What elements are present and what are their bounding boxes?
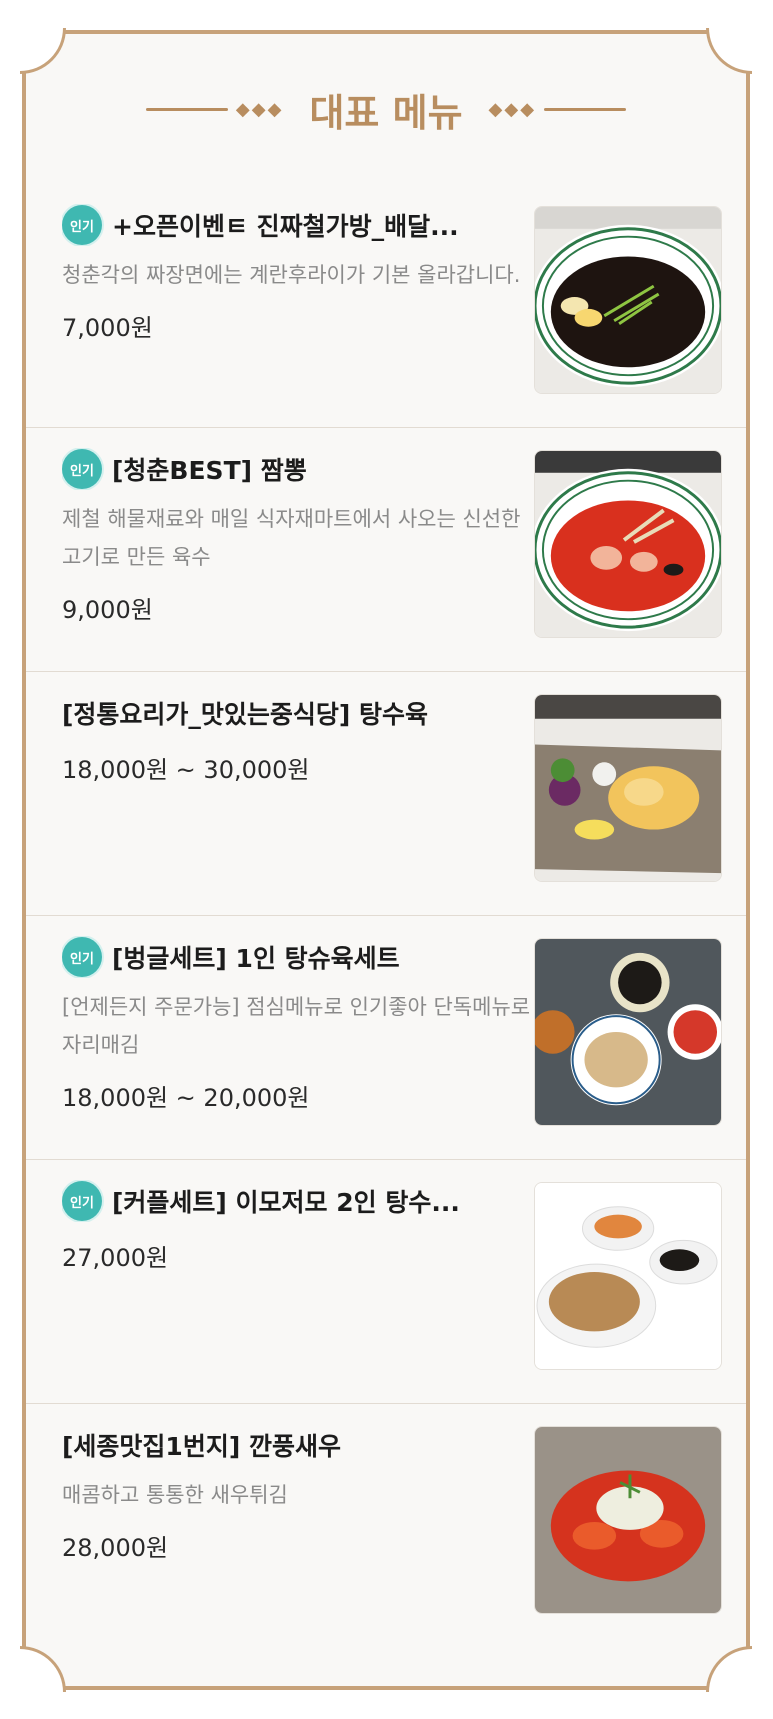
menu-item[interactable]: 인기 [청춘BEST] 짬뽕 제철 해물재료와 매일 식자재마트에서 사오는 신…: [26, 428, 746, 672]
set-meal-photo: [534, 938, 722, 1126]
menu-item-name: +오픈이벤ㅌ 진짜철가방_배달...: [112, 212, 459, 241]
menu-item-description: 청춘각의 짜장면에는 계란후라이가 기본 올라갑니다.: [62, 263, 521, 287]
menu-item-name: [세종맛집1번지] 깐풍새우: [62, 1432, 341, 1461]
menu-item-price: 27,000원: [62, 1244, 169, 1272]
menu-item-name: [벙글세트] 1인 탕슈육세트: [112, 944, 400, 973]
menu-item-price: 28,000원: [62, 1534, 169, 1562]
section-title: 대표 메뉴: [309, 90, 463, 135]
couple-set-photo: [534, 1182, 722, 1370]
header-ornament-right: ◆◆◆: [481, 99, 627, 120]
menu-item[interactable]: [정통요리가_맛있는중식당] 탕수육 18,000원 ~ 30,000원: [26, 672, 746, 916]
header-ornament-left: ◆◆◆: [145, 99, 292, 120]
menu-item-price: 18,000원 ~ 20,000원: [62, 1084, 310, 1112]
menu-item-price: 7,000원: [62, 314, 153, 342]
frame-corner: [20, 1646, 66, 1692]
menu-item-description: 제철 해물재료와 매일 식자재마트에서 사오는 신선한 고기로 만든 육수: [62, 507, 521, 569]
popular-badge: 인기: [62, 205, 102, 245]
menu-item-description: [언제든지 주문가능] 점심메뉴로 인기좋아 단독메뉴로 자리매김: [62, 995, 531, 1057]
menu-item-price: 18,000원 ~ 30,000원: [62, 756, 310, 784]
section-header: ◆◆◆ 대표 메뉴 ◆◆◆: [26, 34, 746, 184]
jjamppong-photo: [534, 450, 722, 638]
menu-item[interactable]: 인기 +오픈이벤ㅌ 진짜철가방_배달... 청춘각의 짜장면에는 계란후라이가 …: [26, 184, 746, 428]
menu-frame: ◆◆◆ 대표 메뉴 ◆◆◆ 인기 +오픈이벤ㅌ 진짜철가방_배달... 청춘각의…: [20, 28, 752, 1692]
jjajangmyeon-photo: [534, 206, 722, 394]
menu-item[interactable]: 인기 [벙글세트] 1인 탕슈육세트 [언제든지 주문가능] 점심메뉴로 인기좋…: [26, 916, 746, 1160]
menu-item-description: 매콤하고 통통한 새우튀김: [62, 1483, 288, 1507]
kkanpung-shrimp-photo: [534, 1426, 722, 1614]
popular-badge: 인기: [62, 449, 102, 489]
popular-badge: 인기: [62, 937, 102, 977]
popular-badge: 인기: [62, 1181, 102, 1221]
menu-item[interactable]: 인기 [커플세트] 이모저모 2인 탕수... 27,000원: [26, 1160, 746, 1404]
frame-corner: [706, 1646, 752, 1692]
tangsuyuk-photo: [534, 694, 722, 882]
menu-item[interactable]: [세종맛집1번지] 깐풍새우 매콤하고 통통한 새우튀김 28,000원: [26, 1404, 746, 1648]
menu-item-name: [커플세트] 이모저모 2인 탕수...: [112, 1188, 460, 1217]
menu-item-price: 9,000원: [62, 596, 153, 624]
menu-item-name: [청춘BEST] 짬뽕: [112, 456, 307, 485]
menu-item-name: [정통요리가_맛있는중식당] 탕수육: [62, 700, 429, 729]
